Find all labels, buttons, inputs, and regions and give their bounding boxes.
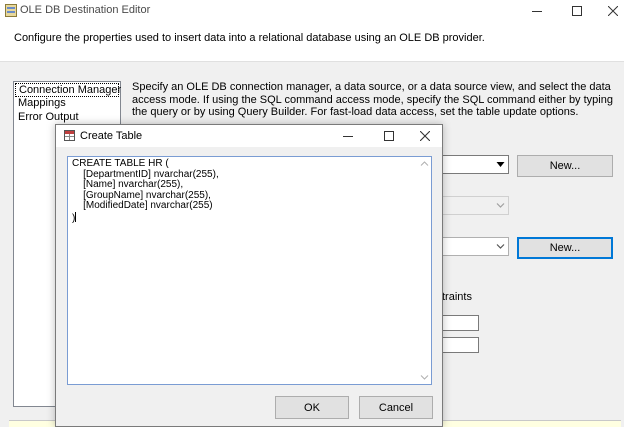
check-constraints-label: traints (442, 291, 472, 303)
max-insert-commit-size-field[interactable] (440, 337, 479, 353)
minimize-button[interactable] (520, 0, 554, 21)
vertical-scrollbar[interactable] (417, 157, 431, 384)
maximize-icon (572, 5, 582, 16)
chevron-down-icon (496, 203, 505, 208)
minimize-icon (532, 10, 542, 12)
sql-statement-text: CREATE TABLE HR ( [DepartmentID] nvarcha… (72, 158, 219, 224)
chevron-down-icon (496, 162, 505, 167)
header-area: Configure the properties used to insert … (0, 21, 624, 62)
close-icon (608, 5, 618, 16)
dialog-title: Create Table (80, 130, 143, 142)
dialog-title-bar[interactable]: Create Table (56, 125, 442, 147)
maximize-icon (384, 131, 394, 141)
text-caret (75, 211, 77, 222)
nav-item-mappings[interactable]: Mappings (15, 96, 119, 110)
dialog-minimize-button[interactable] (331, 125, 365, 147)
connection-manager-dropdown[interactable] (440, 155, 509, 174)
data-access-mode-dropdown[interactable] (440, 196, 509, 215)
sql-text-wrapper: CREATE TABLE HR ( [DepartmentID] nvarcha… (72, 158, 219, 225)
main-title-bar[interactable]: OLE DB Destination Editor (0, 0, 624, 21)
nav-item-connection-manager[interactable]: Connection Manager (15, 83, 121, 97)
sql-statement-editor[interactable]: CREATE TABLE HR ( [DepartmentID] nvarcha… (67, 156, 432, 385)
main-window-title: OLE DB Destination Editor (20, 4, 151, 16)
instructions-text: Specify an OLE DB connection manager, a … (132, 81, 613, 118)
maximize-button[interactable] (560, 0, 594, 21)
ok-button[interactable]: OK (275, 396, 349, 419)
chevron-down-icon (496, 244, 505, 249)
new-connection-button[interactable]: New... (517, 155, 613, 177)
table-icon (64, 130, 75, 141)
create-table-dialog: Create Table CREATE TABLE HR ( [Departme… (55, 124, 443, 427)
dialog-close-button[interactable] (408, 125, 442, 147)
rows-per-batch-field[interactable] (440, 315, 479, 331)
table-name-dropdown[interactable] (440, 237, 509, 256)
nav-item-error-output[interactable]: Error Output (15, 110, 119, 124)
scroll-up-arrow-icon[interactable] (420, 160, 429, 167)
app-icon (5, 4, 17, 17)
close-button[interactable] (596, 0, 624, 21)
scroll-down-arrow-icon[interactable] (420, 374, 429, 381)
new-table-button[interactable]: New... (517, 237, 613, 259)
dialog-maximize-button[interactable] (372, 125, 406, 147)
minimize-icon (343, 136, 353, 137)
cancel-button[interactable]: Cancel (359, 396, 433, 419)
editor-description: Configure the properties used to insert … (14, 32, 485, 44)
close-icon (420, 131, 430, 141)
